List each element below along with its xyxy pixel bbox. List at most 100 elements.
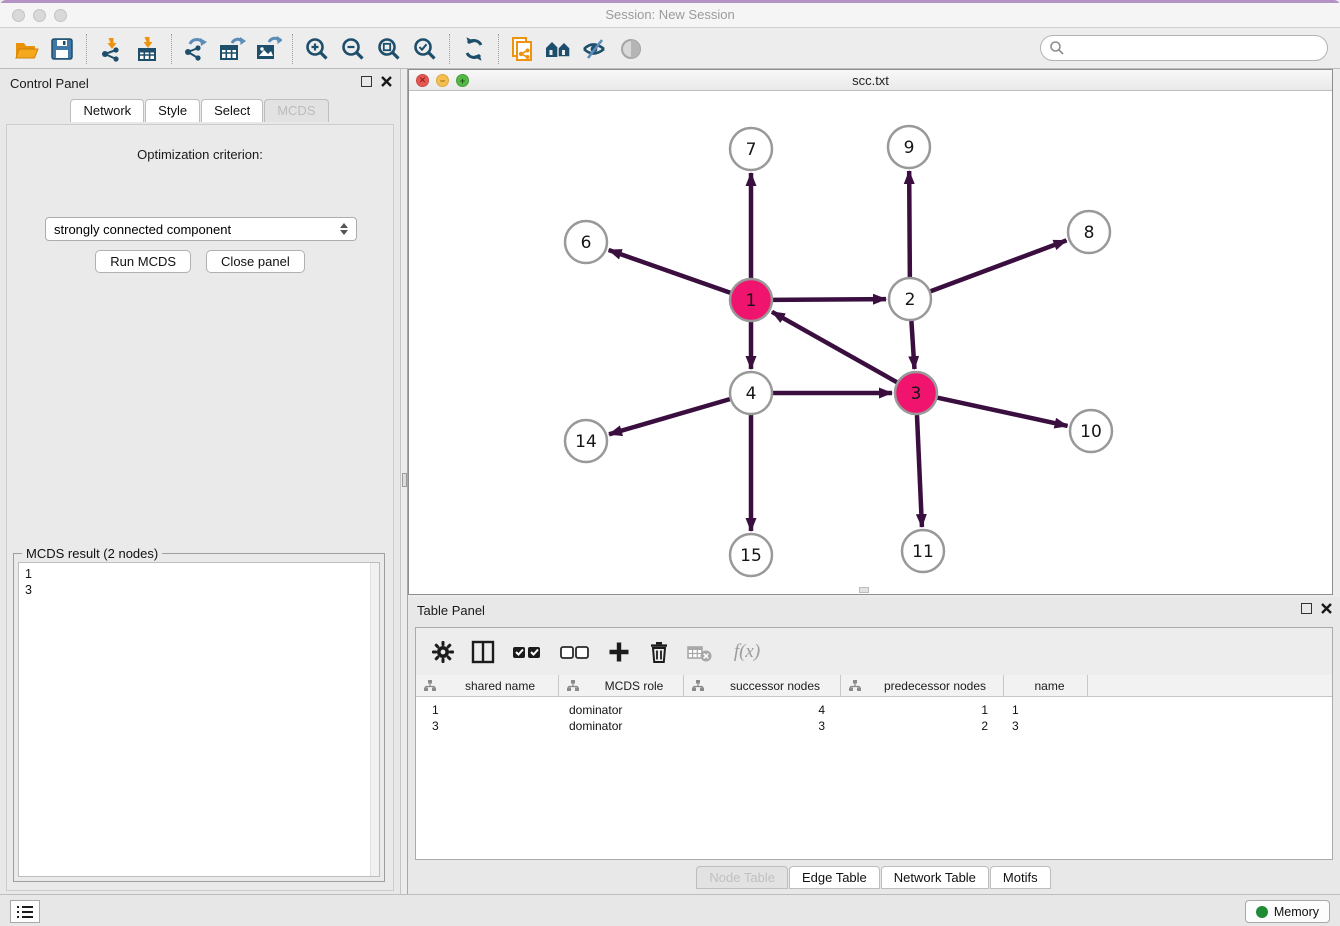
duplicate-network-icon[interactable] bbox=[505, 33, 541, 65]
select-all-columns-icon[interactable] bbox=[510, 639, 544, 665]
tab-edge-table[interactable]: Edge Table bbox=[789, 866, 880, 889]
cell-shared-name[interactable]: 1 bbox=[416, 702, 559, 718]
svg-text:2: 2 bbox=[905, 290, 916, 310]
cell-shared-name[interactable]: 3 bbox=[416, 718, 559, 734]
search-input[interactable] bbox=[1065, 38, 1327, 58]
export-network-icon[interactable] bbox=[178, 33, 214, 65]
graph-node-9[interactable]: 9 bbox=[888, 126, 930, 168]
graph-node-15[interactable]: 15 bbox=[730, 534, 772, 576]
mcds-result-list[interactable]: 13 bbox=[18, 562, 380, 877]
memory-button[interactable]: Memory bbox=[1245, 900, 1330, 923]
close-table-panel-icon[interactable] bbox=[1321, 603, 1332, 614]
edge-1-6[interactable] bbox=[609, 250, 731, 293]
hierarchy-icon bbox=[692, 680, 704, 691]
first-neighbors-icon[interactable] bbox=[541, 33, 577, 65]
control-panel-tabs: NetworkStyleSelectMCDS bbox=[0, 99, 400, 122]
float-panel-icon[interactable] bbox=[361, 76, 372, 87]
cell-successor-nodes[interactable]: 3 bbox=[684, 718, 841, 734]
hierarchy-icon bbox=[849, 680, 861, 691]
hide-selected-icon[interactable] bbox=[577, 33, 613, 65]
graph-node-8[interactable]: 8 bbox=[1068, 211, 1110, 253]
delete-columns-icon[interactable] bbox=[646, 639, 672, 665]
export-image-icon[interactable] bbox=[250, 33, 286, 65]
float-table-panel-icon[interactable] bbox=[1301, 603, 1312, 614]
edge-2-8[interactable] bbox=[931, 240, 1067, 291]
cell-predecessor-nodes[interactable]: 2 bbox=[841, 718, 1004, 734]
graph-node-3[interactable]: 3 bbox=[895, 372, 937, 414]
toolbar-separator bbox=[171, 34, 172, 64]
cell-successor-nodes[interactable]: 4 bbox=[684, 702, 841, 718]
column-header-name[interactable]: name bbox=[1004, 675, 1088, 696]
export-table-icon[interactable] bbox=[214, 33, 250, 65]
network-window-title: scc.txt bbox=[409, 73, 1332, 88]
column-header-shared-name[interactable]: shared name bbox=[416, 675, 559, 696]
tab-network[interactable]: Network bbox=[70, 99, 144, 122]
refresh-icon[interactable] bbox=[456, 33, 492, 65]
edge-2-9[interactable] bbox=[909, 171, 910, 277]
tab-node-table[interactable]: Node Table bbox=[696, 866, 788, 889]
close-panel-button[interactable]: Close panel bbox=[206, 250, 305, 273]
cell-name[interactable]: 1 bbox=[1004, 702, 1088, 718]
table-panel: Table Panel bbox=[408, 597, 1340, 897]
zoom-out-icon[interactable] bbox=[335, 33, 371, 65]
import-network-icon[interactable] bbox=[93, 33, 129, 65]
edge-2-3[interactable] bbox=[911, 321, 914, 369]
network-graph[interactable]: 7 9 6 8 1 2 4 3 14 10 15 11 bbox=[409, 91, 1332, 594]
select-chevrons-icon bbox=[340, 223, 348, 235]
cell-MCDS-role[interactable]: dominator bbox=[559, 702, 684, 718]
save-session-icon[interactable] bbox=[44, 33, 80, 65]
canvas-grip[interactable] bbox=[859, 587, 869, 593]
edge-1-2[interactable] bbox=[773, 299, 886, 300]
table-options-icon[interactable] bbox=[430, 639, 456, 665]
edge-3-11[interactable] bbox=[917, 415, 922, 527]
open-session-icon[interactable] bbox=[8, 33, 44, 65]
search-field[interactable] bbox=[1040, 35, 1328, 61]
toolbar-separator bbox=[449, 34, 450, 64]
result-scrollbar[interactable] bbox=[370, 563, 379, 876]
network-view-window: ✕ − + scc.txt 7 9 6 8 1 2 4 3 14 10 15 11 bbox=[408, 69, 1333, 595]
tab-style[interactable]: Style bbox=[145, 99, 200, 122]
deselect-all-columns-icon[interactable] bbox=[558, 639, 592, 665]
toggle-panes-icon[interactable] bbox=[470, 639, 496, 665]
edge-4-14[interactable] bbox=[609, 399, 730, 434]
svg-text:3: 3 bbox=[911, 384, 922, 404]
tab-select[interactable]: Select bbox=[201, 99, 263, 122]
cell-name[interactable]: 3 bbox=[1004, 718, 1088, 734]
table-row[interactable]: 3dominator323 bbox=[416, 718, 1332, 734]
run-mcds-button[interactable]: Run MCDS bbox=[95, 250, 191, 273]
cell-predecessor-nodes[interactable]: 1 bbox=[841, 702, 1004, 718]
cell-MCDS-role[interactable]: dominator bbox=[559, 718, 684, 734]
graph-node-14[interactable]: 14 bbox=[565, 420, 607, 462]
graph-node-6[interactable]: 6 bbox=[565, 221, 607, 263]
column-header-successor-nodes[interactable]: successor nodes bbox=[684, 675, 841, 696]
graph-node-10[interactable]: 10 bbox=[1070, 410, 1112, 452]
network-canvas[interactable]: 7 9 6 8 1 2 4 3 14 10 15 11 bbox=[409, 91, 1332, 594]
network-window-titlebar[interactable]: ✕ − + scc.txt bbox=[409, 70, 1332, 91]
column-header-MCDS-role[interactable]: MCDS role bbox=[559, 675, 684, 696]
panel-splitter[interactable] bbox=[400, 69, 408, 897]
tab-mcds[interactable]: MCDS bbox=[264, 99, 328, 122]
table-column-headers: shared nameMCDS rolesuccessor nodesprede… bbox=[416, 675, 1332, 697]
add-column-icon[interactable] bbox=[606, 639, 632, 665]
zoom-selected-icon[interactable] bbox=[407, 33, 443, 65]
control-panel: Control Panel NetworkStyleSelectMCDS Opt… bbox=[0, 69, 400, 897]
tab-motifs[interactable]: Motifs bbox=[990, 866, 1051, 889]
search-icon bbox=[1049, 40, 1065, 56]
zoom-fit-icon[interactable] bbox=[371, 33, 407, 65]
graph-node-2[interactable]: 2 bbox=[889, 278, 931, 320]
table-row[interactable]: 1dominator411 bbox=[416, 702, 1332, 718]
task-history-button[interactable] bbox=[10, 900, 40, 923]
graph-node-11[interactable]: 11 bbox=[902, 530, 944, 572]
criterion-select[interactable]: strongly connected component bbox=[45, 217, 357, 241]
graph-node-1[interactable]: 1 bbox=[730, 279, 772, 321]
edge-3-1[interactable] bbox=[772, 312, 897, 382]
import-table-icon[interactable] bbox=[129, 33, 165, 65]
graph-node-7[interactable]: 7 bbox=[730, 128, 772, 170]
column-header-predecessor-nodes[interactable]: predecessor nodes bbox=[841, 675, 1004, 696]
edge-3-10[interactable] bbox=[937, 398, 1067, 426]
zoom-in-icon[interactable] bbox=[299, 33, 335, 65]
close-panel-icon[interactable] bbox=[381, 76, 392, 87]
tab-network-table[interactable]: Network Table bbox=[881, 866, 989, 889]
graph-node-4[interactable]: 4 bbox=[730, 372, 772, 414]
splitter-grip[interactable] bbox=[402, 473, 407, 487]
